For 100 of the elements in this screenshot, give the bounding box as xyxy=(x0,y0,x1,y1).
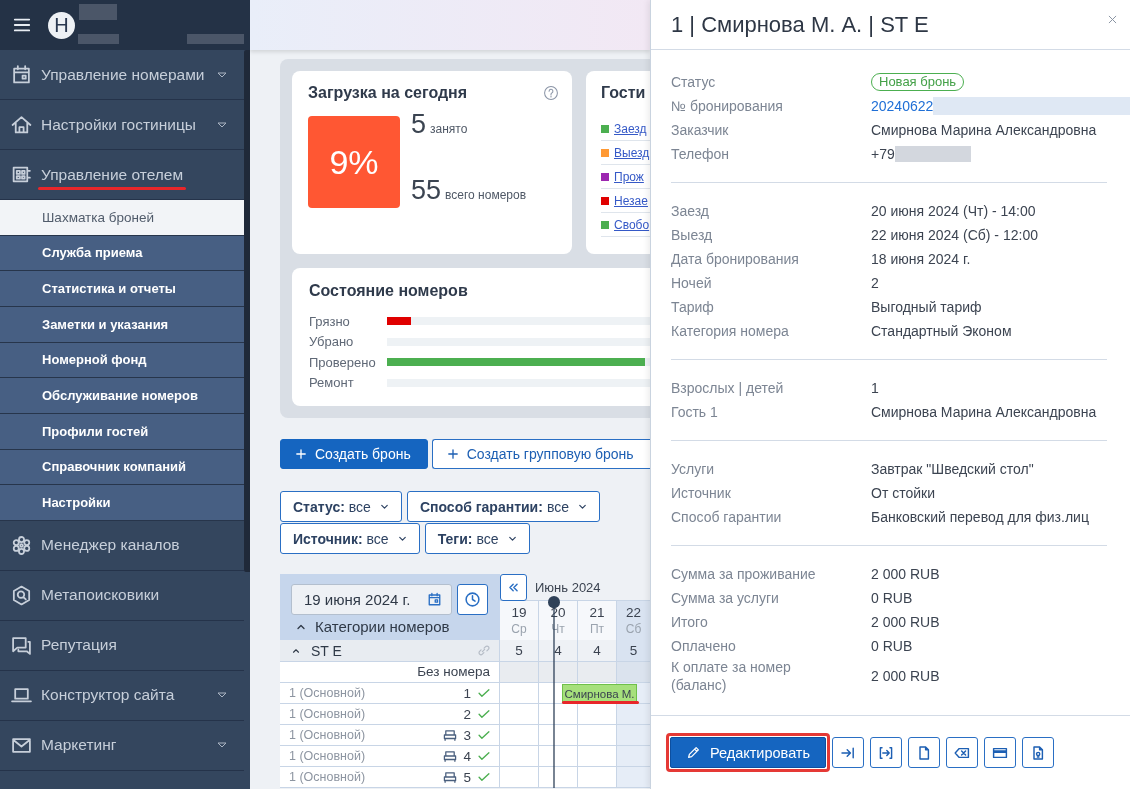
availability-count: 5 xyxy=(617,640,650,662)
field-value: Смирнова Марина Александровна xyxy=(871,121,1097,139)
field-label: Взрослых | детей xyxy=(671,379,785,397)
card-title: Состояние номеров xyxy=(309,282,468,299)
field-value: 22 июня 2024 (Сб) - 12:00 xyxy=(871,226,1038,244)
filter-dropdown[interactable]: Статус: все xyxy=(280,491,402,522)
submenu-item[interactable]: Номерной фонд xyxy=(0,342,244,379)
calendar-icon xyxy=(11,64,32,85)
guest-filter-link[interactable]: Незае xyxy=(614,193,648,208)
day-number: 21 xyxy=(589,605,605,620)
icon-button[interactable] xyxy=(908,737,940,768)
dashboard-icon xyxy=(11,164,32,185)
field-value: 2 000 RUB xyxy=(871,613,940,631)
guest-filter-link[interactable]: Выезд xyxy=(614,145,650,160)
help-icon[interactable] xyxy=(543,85,559,101)
room-number: 5 xyxy=(463,769,471,785)
categories-label: Категории номеров xyxy=(315,618,450,635)
room-number: 3 xyxy=(463,727,471,743)
panel-title: 1 | Смирнова М. А. | ST E xyxy=(671,11,929,38)
filter-dropdown[interactable]: Теги: все xyxy=(424,523,530,554)
filter-dropdown[interactable]: Способ гарантии: все xyxy=(406,491,600,522)
previous-button[interactable] xyxy=(500,573,527,601)
field-value: 0 RUB xyxy=(871,589,913,607)
edit-button[interactable]: Редактировать xyxy=(670,737,826,768)
total-count: 55 xyxy=(411,174,442,206)
time-button[interactable] xyxy=(457,584,488,615)
field-value: 2 000 RUB xyxy=(871,565,940,583)
submenu-item[interactable]: Справочник компаний xyxy=(0,449,244,486)
field-label: Выезд xyxy=(671,226,714,244)
calendar-cell xyxy=(578,725,617,746)
calendar-cell xyxy=(539,746,578,767)
calendar-cell xyxy=(539,725,578,746)
room-type-label: 1 (Основной) xyxy=(289,686,366,700)
submenu-item[interactable]: Заметки и указания xyxy=(0,306,244,343)
room-type-label: 1 (Основной) xyxy=(289,770,366,784)
icon-button[interactable] xyxy=(870,737,902,768)
hexagon-search-icon xyxy=(11,584,32,606)
field-value: +79 xyxy=(871,145,895,163)
field-label: Источник xyxy=(671,484,732,502)
calendar-cell xyxy=(578,662,617,683)
card-title: Гости xyxy=(601,84,646,101)
icon-button[interactable] xyxy=(946,737,978,768)
submenu-item[interactable]: Настройки xyxy=(0,485,244,521)
booking-bar[interactable]: Смирнова М. xyxy=(562,684,637,703)
calendar-cell xyxy=(539,662,578,683)
icon-button[interactable] xyxy=(832,737,864,768)
scrollbar[interactable] xyxy=(244,50,250,572)
icon-button[interactable] xyxy=(984,737,1016,768)
room-number: 2 xyxy=(463,706,471,722)
field-value: Банковский перевод для физ.лиц xyxy=(871,508,1089,526)
submenu-item[interactable]: Профили гостей xyxy=(0,413,244,450)
submenu-item[interactable]: Обслуживание номеров xyxy=(0,378,244,414)
icon-button[interactable] xyxy=(1022,737,1054,768)
submenu-item[interactable]: Статистика и отчеты xyxy=(0,271,244,307)
field-value: 2 000 RUB xyxy=(871,667,940,685)
calendar-cell xyxy=(539,767,578,788)
room-type-label: 1 (Основной) xyxy=(289,728,366,742)
calendar-cell xyxy=(578,704,617,725)
guest-filter-link[interactable]: Прож xyxy=(614,169,644,184)
availability-count: 4 xyxy=(578,640,617,662)
date-field[interactable]: 19 июня 2024 г. xyxy=(291,584,452,615)
logo: H xyxy=(48,11,75,39)
filter-dropdown[interactable]: Источник: все xyxy=(280,523,420,554)
guest-filter-link[interactable]: Заезд xyxy=(614,121,647,136)
pencil-icon xyxy=(685,745,701,760)
field-value: 18 июня 2024 г. xyxy=(871,250,971,268)
plus-icon xyxy=(446,448,459,460)
occupied-count: 5 xyxy=(411,108,427,140)
field-value: Выгодный тариф xyxy=(871,298,982,316)
month-label: Июнь 2024 xyxy=(535,579,601,595)
field-label: Способ гарантии xyxy=(671,508,783,526)
status-label: Грязно xyxy=(309,313,351,329)
close-icon[interactable] xyxy=(1107,14,1118,25)
submenu-item[interactable]: Шахматка броней xyxy=(0,200,244,236)
document-icon xyxy=(916,744,932,761)
plus-icon xyxy=(295,448,307,460)
field-value: 0 RUB xyxy=(871,637,913,655)
calendar-cell xyxy=(539,704,578,725)
room-type-label: 1 (Основной) xyxy=(289,749,366,763)
field-label: Гость 1 xyxy=(671,403,719,421)
field-label: Статус xyxy=(671,73,717,91)
field-label: Сумма за услуги xyxy=(671,589,780,607)
calendar-icon xyxy=(427,592,442,607)
clock-icon xyxy=(464,591,481,608)
unassigned-label: Без номера xyxy=(280,662,500,683)
submenu-item[interactable]: Служба приема xyxy=(0,235,244,272)
field-label: Сумма за проживание xyxy=(671,565,817,583)
document-badge-icon xyxy=(1030,744,1046,761)
create-button[interactable]: Создать бронь xyxy=(280,439,428,469)
booking-number-link[interactable]: 20240622 xyxy=(871,97,934,115)
menu-icon[interactable] xyxy=(12,16,32,34)
field-label: Дата бронирования xyxy=(671,250,800,268)
weekday-label: Сб xyxy=(625,622,642,636)
calendar-cell xyxy=(578,767,617,788)
field-label: Итого xyxy=(671,613,709,631)
guest-filter-link[interactable]: Свобо xyxy=(614,217,650,232)
field-value: 20 июня 2024 (Чт) - 14:00 xyxy=(871,202,1036,220)
availability-count: 5 xyxy=(500,640,539,662)
create-button[interactable]: Создать групповую бронь xyxy=(431,439,650,469)
field-value: Смирнова Марина Александровна xyxy=(871,403,1097,421)
